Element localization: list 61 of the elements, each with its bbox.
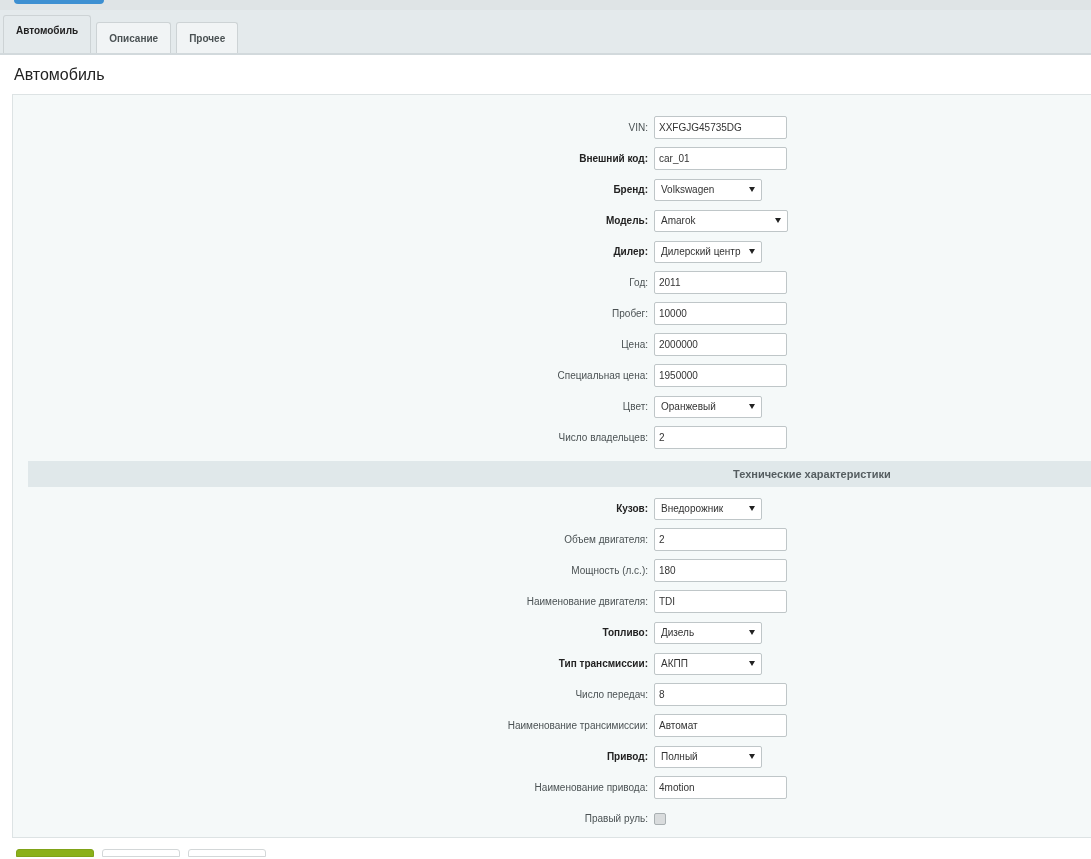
dropdown[interactable]: АКПП xyxy=(654,652,762,675)
text-field[interactable]: 2000000 xyxy=(654,333,787,356)
text-field[interactable]: 180 xyxy=(654,559,787,582)
caret-icon xyxy=(749,506,755,511)
field-label: VIN: xyxy=(627,121,649,135)
dropdown[interactable]: Дизель xyxy=(654,621,762,644)
dropdown[interactable]: Amarok xyxy=(654,209,788,232)
field-label: Привод: xyxy=(605,750,649,764)
field-label: Цена: xyxy=(620,338,649,352)
dropdown[interactable]: Volkswagen xyxy=(654,178,762,201)
tab[interactable]: Автомобиль xyxy=(3,15,92,53)
field-label: Правый руль: xyxy=(583,812,649,826)
text-field[interactable]: 4motion xyxy=(654,776,787,799)
field-label: Число передач: xyxy=(574,688,649,702)
checkbox[interactable] xyxy=(654,812,666,825)
field-label: Наименование привода: xyxy=(533,781,649,795)
field-label: Дилер: xyxy=(612,245,649,259)
dropdown[interactable]: Внедорожник xyxy=(654,497,762,520)
dropdown[interactable]: Дилерский центр xyxy=(654,240,762,263)
text-field[interactable]: XXFGJG45735DG xyxy=(654,116,787,139)
dropdown[interactable]: Оранжевый xyxy=(654,395,762,418)
text-field[interactable]: 2 xyxy=(654,528,787,551)
field-label: Объем двигателя: xyxy=(563,533,649,547)
action-button[interactable] xyxy=(188,849,266,857)
caret-icon xyxy=(749,754,755,759)
caret-icon xyxy=(749,661,755,666)
text-field[interactable]: 2 xyxy=(654,426,787,449)
field-label: Внешний код: xyxy=(578,152,649,166)
field-label: Топливо: xyxy=(601,626,649,640)
field-label: Мощность (л.с.): xyxy=(570,564,649,578)
field-label: Специальная цена: xyxy=(556,369,649,383)
text-field[interactable]: 2011 xyxy=(654,271,787,294)
page-heading: Автомобиль xyxy=(13,65,106,85)
section-header: Технические характеристики xyxy=(28,461,1091,487)
field-label: Кузов: xyxy=(615,502,649,516)
text-field[interactable]: 8 xyxy=(654,683,787,706)
text-field[interactable]: car_01 xyxy=(654,147,787,170)
top-button[interactable] xyxy=(14,0,104,4)
field-label: Пробег: xyxy=(611,307,649,321)
field-label: Год: xyxy=(628,276,649,290)
field-label: Наименование двигателя: xyxy=(525,595,649,609)
field-label: Модель: xyxy=(604,214,649,228)
caret-icon xyxy=(749,187,755,192)
field-label: Цвет: xyxy=(621,400,649,414)
field-label: Тип трансмиссии: xyxy=(557,657,649,671)
save-button[interactable] xyxy=(16,849,94,857)
caret-icon xyxy=(749,249,755,254)
field-label: Наименование трансимиссии: xyxy=(506,719,649,733)
field-label: Число владельцев: xyxy=(557,431,649,445)
text-field[interactable]: Автомат xyxy=(654,714,787,737)
field-label: Бренд: xyxy=(612,183,649,197)
dropdown[interactable]: Полный xyxy=(654,745,762,768)
text-field[interactable]: 1950000 xyxy=(654,364,787,387)
text-field[interactable]: 10000 xyxy=(654,302,787,325)
tab[interactable]: Прочее xyxy=(176,22,239,53)
tab[interactable]: Описание xyxy=(96,22,172,53)
action-button[interactable] xyxy=(102,849,180,857)
caret-icon xyxy=(749,630,755,635)
text-field[interactable]: TDI xyxy=(654,590,787,613)
caret-icon xyxy=(749,404,755,409)
caret-icon xyxy=(775,218,781,223)
